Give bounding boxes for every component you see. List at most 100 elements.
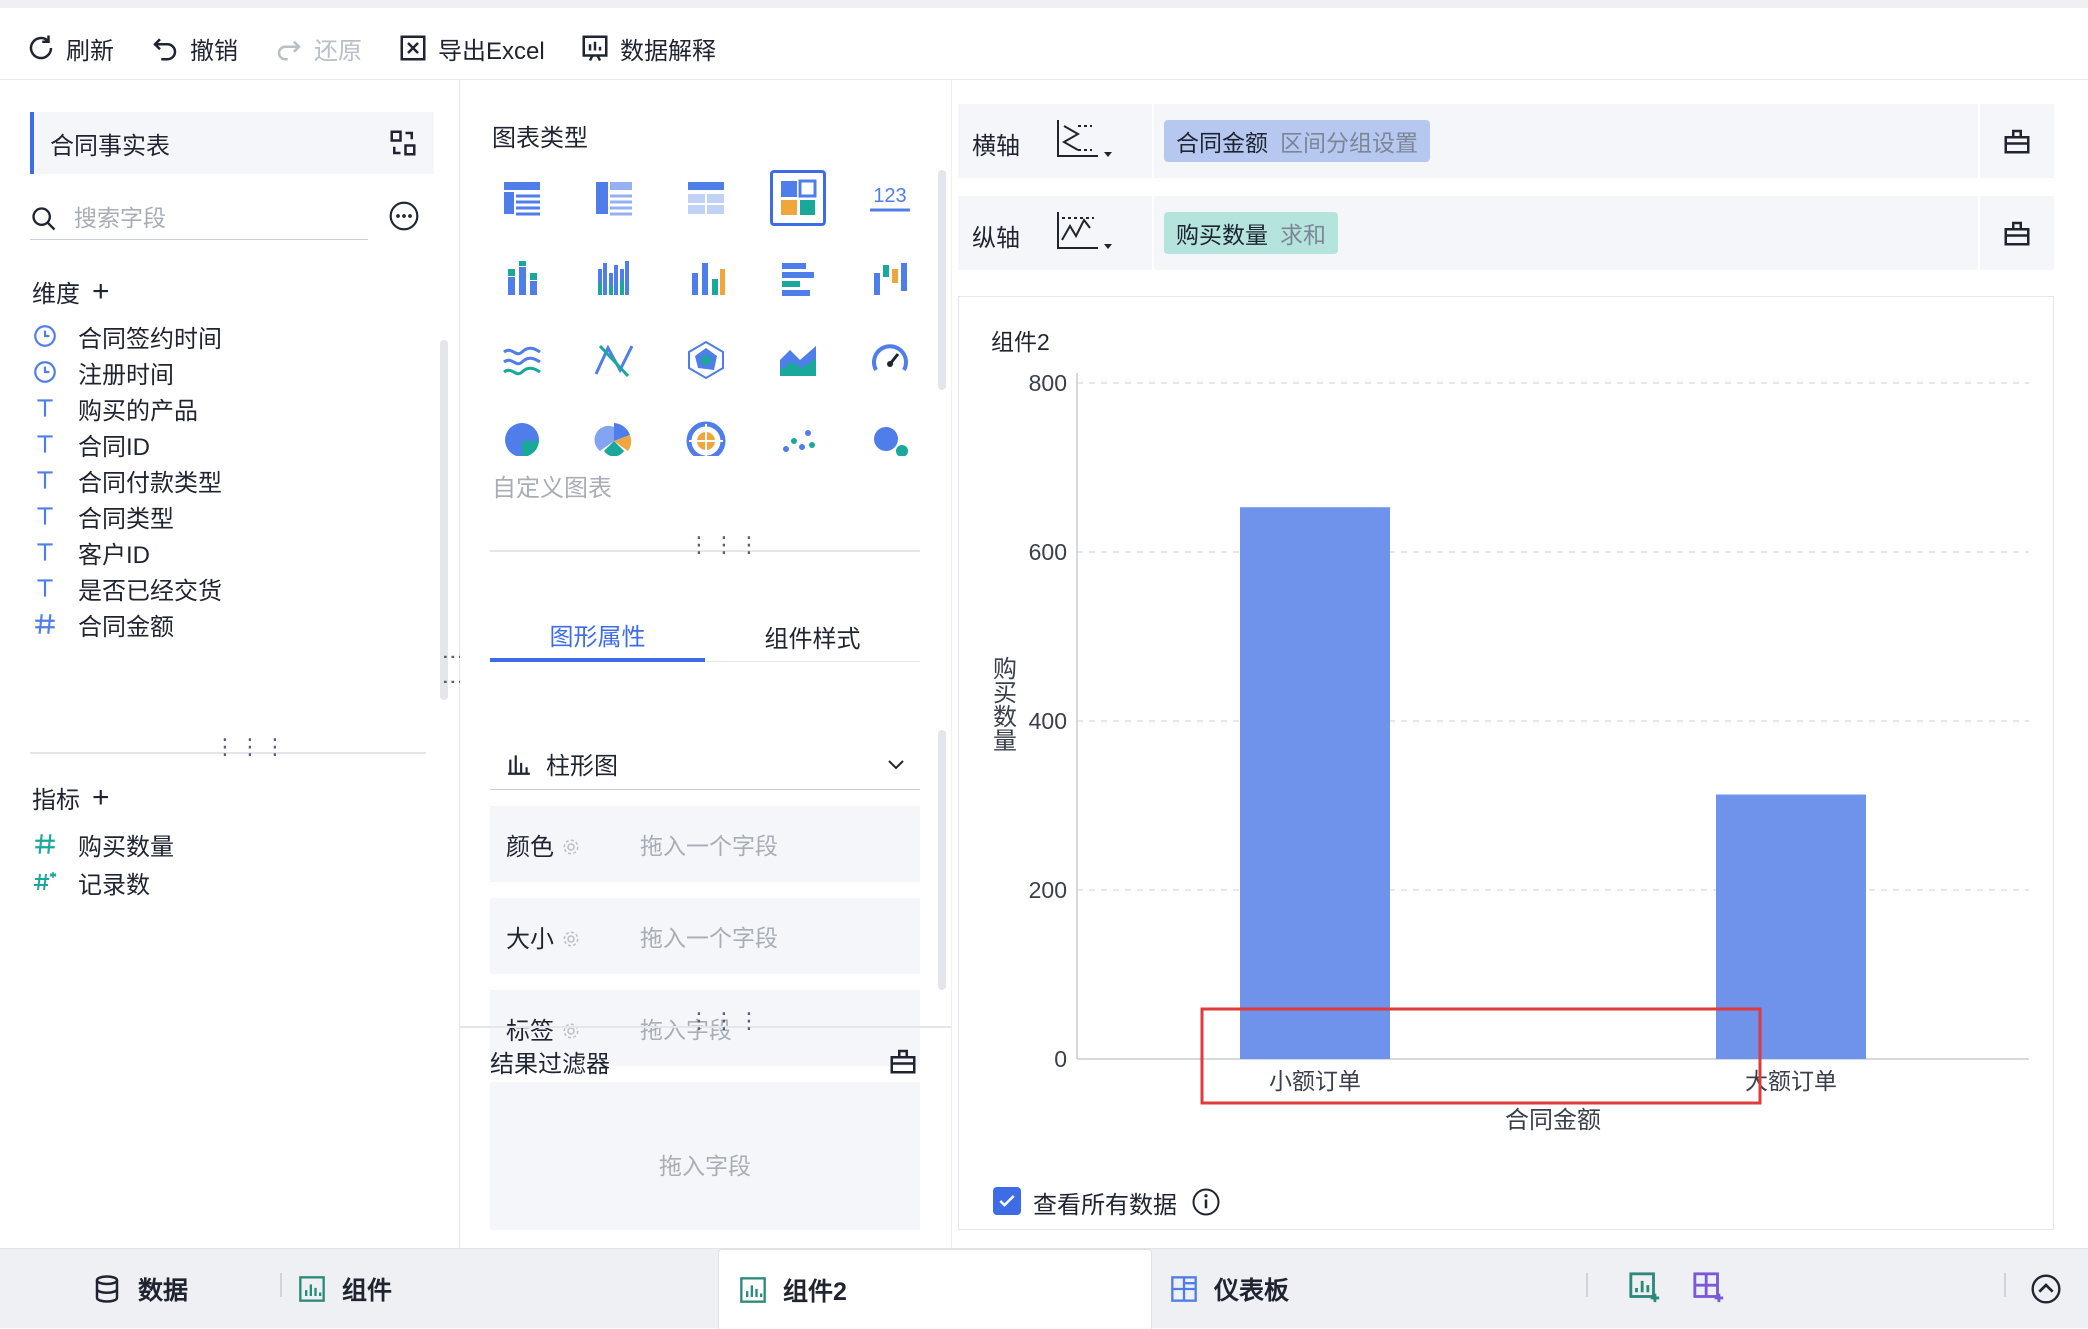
dimension-field-item[interactable]: 合同签约时间 <box>32 316 222 356</box>
property-drop-row[interactable]: 大小 拖入一个字段 <box>490 898 920 974</box>
chart-type-table[interactable] <box>494 170 550 226</box>
add-measure-icon[interactable]: + <box>92 782 110 812</box>
chart-type-bar-chart[interactable] <box>770 251 826 307</box>
dimension-field-label: 客户ID <box>78 541 150 569</box>
chart-type-pie-chart[interactable] <box>494 413 550 456</box>
dimension-field-item[interactable]: 是否已经交货 <box>32 568 222 608</box>
filter-drop-zone[interactable]: 拖入字段 <box>490 1098 920 1230</box>
drag-handle-icon[interactable]: ⋮⋮⋮ <box>214 736 289 758</box>
property-drop-row[interactable]: 颜色 拖入一个字段 <box>490 806 920 882</box>
text-type-icon <box>32 467 58 493</box>
chart-type-bubble[interactable] <box>862 413 918 456</box>
dimension-field-item[interactable]: 合同类型 <box>32 496 174 536</box>
dimension-field-item[interactable]: 客户ID <box>32 532 150 572</box>
data-explain-button[interactable]: 数据解释 <box>580 26 716 70</box>
tab-component-style[interactable]: 组件样式 <box>705 610 920 662</box>
dataset-name: 合同事实表 <box>50 132 170 160</box>
chart-type-line-chart[interactable] <box>494 332 550 388</box>
add-component-icon[interactable] <box>1628 1271 1662 1305</box>
chart-type-scrollbar[interactable] <box>938 170 946 390</box>
gear-icon[interactable] <box>562 927 580 947</box>
more-options-icon[interactable] <box>388 200 420 232</box>
chart-style-select[interactable]: 柱形图 <box>490 738 920 790</box>
y-axis-field-pill[interactable]: 购买数量 求和 <box>1164 212 1338 254</box>
chart-canvas: 组件2 0 200 400 600 800 小额订单 大额订单 合同金额 购买数量 查看所有数据 <box>958 296 2054 1230</box>
dimension-field-item[interactable]: 合同金额 <box>32 604 174 644</box>
redo-button[interactable]: 还原 <box>274 26 362 70</box>
toolbar: 刷新 撤销 还原 导出Excel 数据解释 <box>0 0 2088 80</box>
chart-type-multi-pie[interactable] <box>678 413 734 456</box>
property-label: 标签 <box>506 1017 554 1045</box>
search-icon <box>32 206 56 230</box>
chart-type-rose-chart[interactable] <box>586 413 642 456</box>
add-dimension-icon[interactable]: + <box>92 276 110 306</box>
dimension-field-label: 合同ID <box>78 433 150 461</box>
x-axis-group-setting[interactable]: 区间分组设置 <box>1280 124 1418 158</box>
y-axis-aggregation[interactable]: 求和 <box>1280 216 1326 250</box>
area-chart-icon <box>778 340 818 380</box>
export-excel-button[interactable]: 导出Excel <box>398 26 545 70</box>
dimension-field-label: 合同类型 <box>78 505 174 533</box>
drag-handle-icon[interactable]: ⋮⋮⋮ <box>688 534 763 556</box>
chart-type-stacked-column[interactable] <box>494 251 550 307</box>
custom-chart-icon <box>778 178 818 218</box>
radar-chart-icon <box>686 340 726 380</box>
chart-type-cross-table[interactable] <box>586 170 642 226</box>
y-axis-settings-icon[interactable] <box>2002 218 2032 248</box>
filter-settings-icon[interactable] <box>888 1046 918 1076</box>
dimension-field-item[interactable]: 购买的产品 <box>32 388 198 428</box>
stacked-column-icon <box>502 259 542 299</box>
chart-type-grouped-column[interactable] <box>586 251 642 307</box>
chart-type-column-chart[interactable] <box>678 251 734 307</box>
tab-graph-properties[interactable]: 图形属性 <box>490 610 705 662</box>
x-axis-field: 合同金额 <box>1176 130 1268 156</box>
property-scrollbar[interactable] <box>938 730 946 990</box>
chart-type-detail-table[interactable] <box>678 170 734 226</box>
dimension-field-item[interactable]: 注册时间 <box>32 352 174 392</box>
chart-type-kpi-number[interactable]: 123 <box>862 170 918 226</box>
clock-icon <box>32 359 58 385</box>
number-type-icon <box>32 611 58 637</box>
text-type-icon <box>32 539 58 565</box>
measure-field-item[interactable]: 记录数 <box>32 862 150 902</box>
chart-type-scatter[interactable] <box>770 413 826 456</box>
chart-type-range-area[interactable] <box>586 332 642 388</box>
dimension-field-item[interactable]: 合同付款类型 <box>32 460 222 500</box>
dimension-header: 维度 + <box>32 274 110 309</box>
view-all-label: 查看所有数据 <box>1033 1192 1177 1219</box>
info-icon[interactable] <box>1191 1187 1221 1217</box>
x-axis-type-icon[interactable] <box>1054 118 1114 162</box>
chart-type-radar-chart[interactable] <box>678 332 734 388</box>
x-axis-settings-icon[interactable] <box>2002 126 2032 156</box>
undo-button[interactable]: 撤销 <box>150 26 238 70</box>
view-all-checkbox[interactable] <box>993 1187 1021 1215</box>
redo-label: 还原 <box>314 37 362 65</box>
active-component-tab[interactable]: 组件2 <box>718 1249 1152 1329</box>
switch-dataset-icon[interactable] <box>388 128 418 158</box>
dimension-field-item[interactable]: 合同ID <box>32 424 150 464</box>
component-tab[interactable]: 组件 <box>298 1249 392 1329</box>
data-tab[interactable]: 数据 <box>92 1249 188 1329</box>
search-input[interactable] <box>72 204 352 233</box>
data-tab-label: 数据 <box>138 1277 189 1305</box>
collapse-up-icon[interactable] <box>2030 1273 2062 1305</box>
divider <box>1152 104 1154 178</box>
resize-handle-icon[interactable]: ⋮⋮ <box>441 646 466 696</box>
dataset-selector[interactable]: 合同事实表 <box>30 112 434 174</box>
refresh-button[interactable]: 刷新 <box>26 26 114 70</box>
gear-icon[interactable] <box>562 1019 580 1039</box>
field-search <box>30 198 368 240</box>
dashboard-tab[interactable]: 仪表板 <box>1170 1249 1289 1329</box>
gear-icon[interactable] <box>562 835 580 855</box>
add-dashboard-icon[interactable] <box>1692 1271 1726 1305</box>
y-axis-type-icon[interactable] <box>1054 210 1114 254</box>
dimension-field-label: 注册时间 <box>78 361 174 389</box>
drag-handle-icon[interactable]: ⋮⋮⋮ <box>688 1010 763 1032</box>
x-axis-field-pill[interactable]: 合同金额 区间分组设置 <box>1164 120 1430 162</box>
chart-type-gauge[interactable] <box>862 332 918 388</box>
custom-chart-link[interactable]: 自定义图表 <box>492 468 612 503</box>
chart-type-area-chart[interactable] <box>770 332 826 388</box>
chart-type-custom-chart[interactable] <box>770 170 826 226</box>
chart-type-waterfall[interactable] <box>862 251 918 307</box>
measure-field-item[interactable]: 购买数量 <box>32 824 174 864</box>
